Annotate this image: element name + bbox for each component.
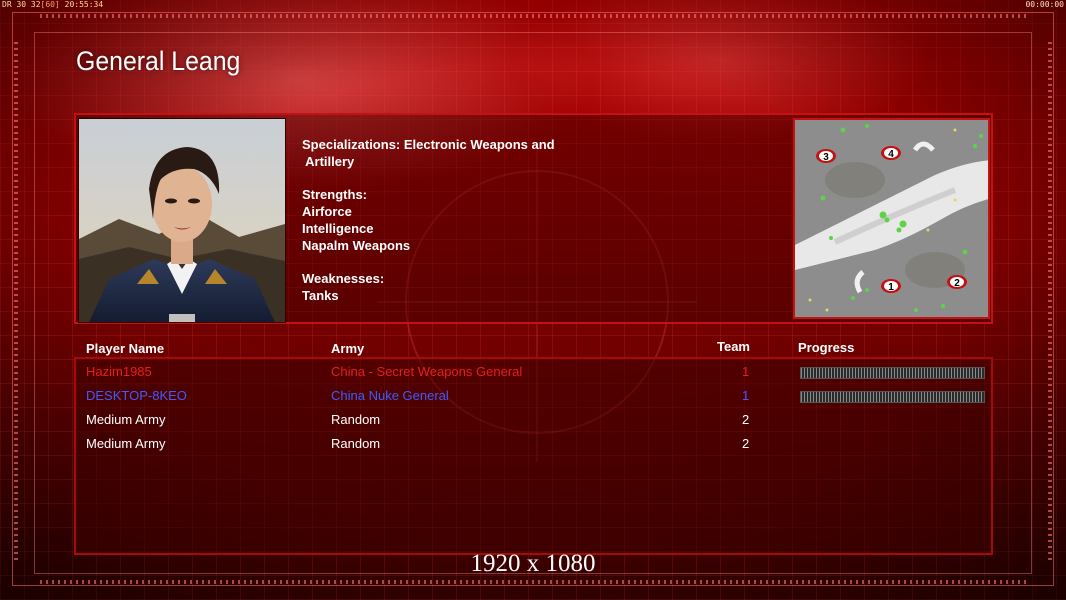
player-team: 2 — [742, 412, 750, 427]
strength-item: Airforce — [302, 204, 352, 220]
start-position-1: 1 — [888, 282, 894, 293]
player-row[interactable]: Medium Army Random 2 — [0, 436, 1066, 456]
load-progress-bar — [800, 391, 985, 403]
general-portrait — [78, 118, 286, 323]
header-army: Army — [331, 341, 365, 356]
player-team: 2 — [742, 436, 750, 451]
resolution-label: 1920 x 1080 — [470, 550, 596, 577]
header-team: Team — [717, 339, 750, 354]
player-army: China - Secret Weapons General — [331, 364, 523, 379]
player-team: 1 — [742, 388, 750, 403]
general-title: General Leang — [76, 46, 241, 76]
player-name: Medium Army — [86, 412, 166, 427]
weaknesses-label: Weaknesses: — [302, 271, 385, 287]
hud-timer: 00:00:00 — [1025, 0, 1064, 9]
player-army: Random — [331, 436, 381, 451]
player-army: Random — [331, 412, 381, 427]
player-row[interactable]: Medium Army Random 2 — [0, 412, 1066, 432]
general-specs: Specializations: Electronic Weapons and … — [302, 137, 602, 305]
header-progress: Progress — [798, 340, 855, 355]
start-position-2: 2 — [954, 278, 960, 289]
hud-fps-readout: DR 30 32[60] 20:55:34 — [2, 0, 104, 9]
header-player-name: Player Name — [86, 341, 165, 356]
player-row[interactable]: Hazim1985 China - Secret Weapons General 1 — [0, 364, 1066, 384]
strength-item: Intelligence — [302, 220, 374, 236]
player-name: Hazim1985 — [86, 364, 152, 379]
start-position-4: 4 — [888, 149, 894, 160]
weakness-item: Tanks — [302, 288, 339, 304]
bottom-ticks — [40, 580, 1030, 584]
left-ticks — [14, 40, 18, 560]
top-ticks — [40, 14, 1030, 18]
strengths-label: Strengths: — [302, 187, 367, 203]
player-army: China Nuke General — [331, 388, 449, 403]
players-table — [74, 357, 993, 555]
specializations-label: Specializations: Electronic Weapons and — [302, 137, 555, 152]
specializations-cont: Artillery — [302, 153, 355, 169]
player-name: DESKTOP-8KEO — [86, 388, 187, 403]
player-name: Medium Army — [86, 436, 166, 451]
player-row[interactable]: DESKTOP-8KEO China Nuke General 1 — [0, 388, 1066, 408]
right-ticks — [1048, 40, 1052, 560]
strength-item: Napalm Weapons — [302, 237, 411, 253]
player-team: 1 — [742, 364, 750, 379]
load-progress-bar — [800, 367, 985, 379]
minimap[interactable]: 1 2 3 4 — [793, 118, 990, 319]
start-position-3: 3 — [823, 152, 829, 163]
